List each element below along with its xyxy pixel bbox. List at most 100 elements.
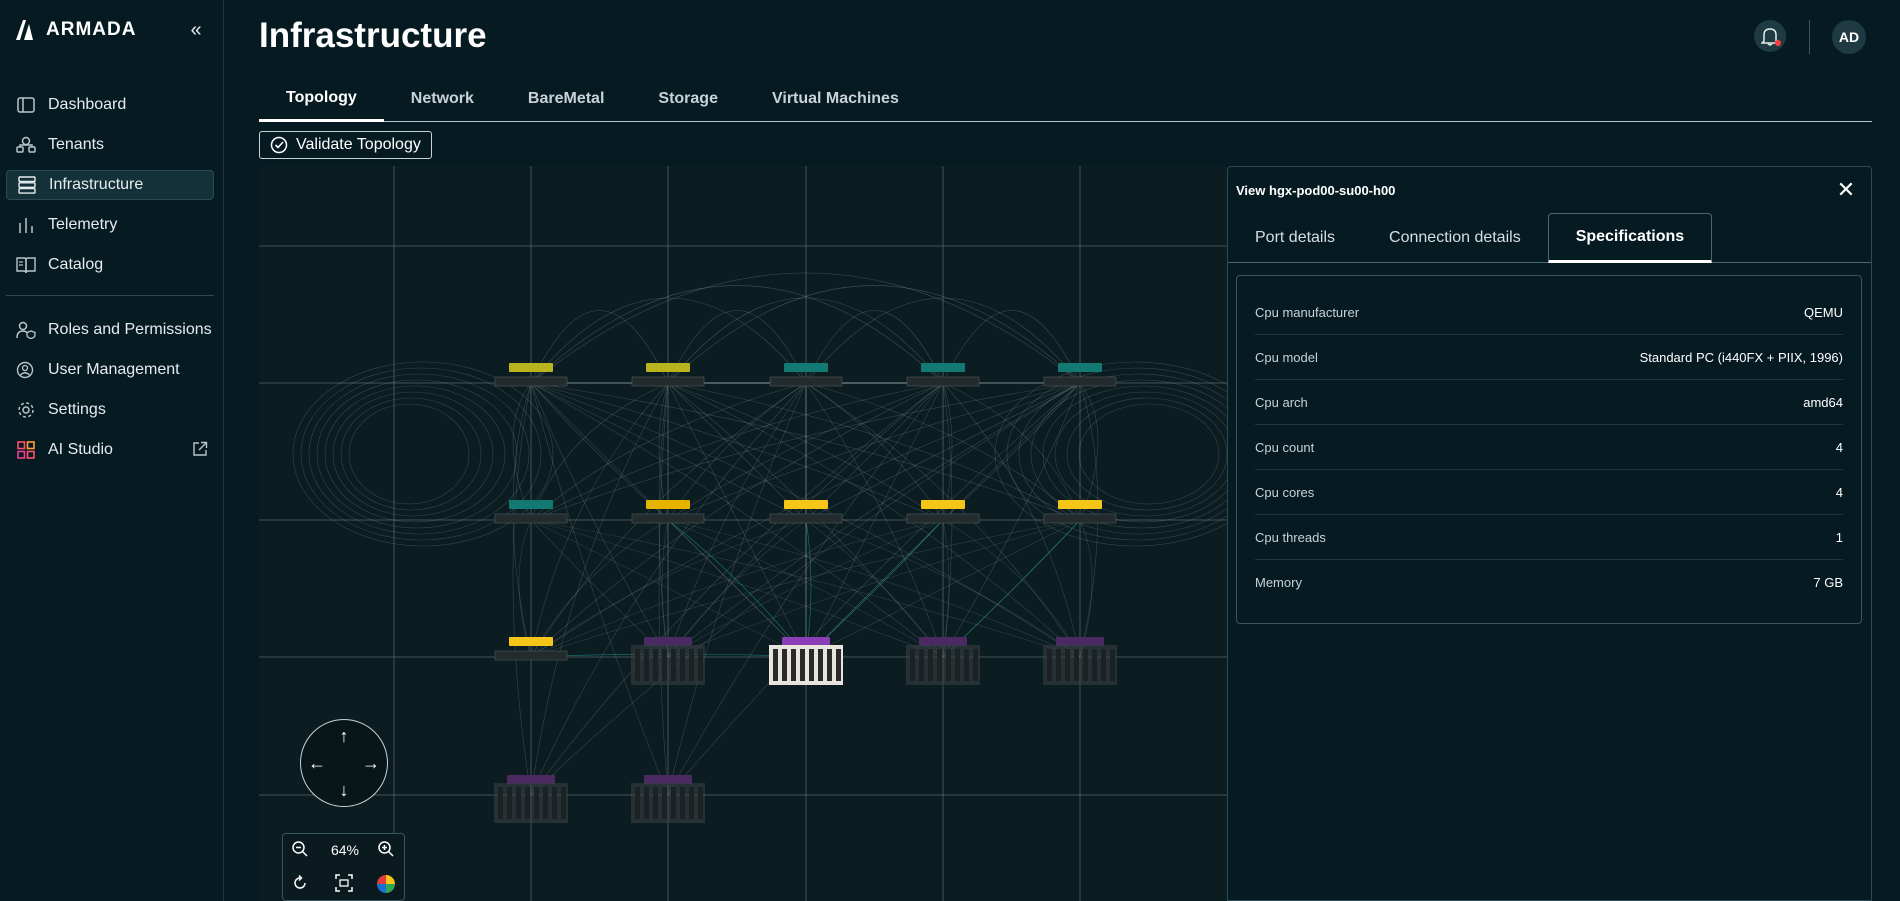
topology-canvas[interactable] <box>259 166 1227 901</box>
panel-tabs: Port details Connection details Specific… <box>1228 213 1871 263</box>
tenants-icon <box>16 135 36 155</box>
connection-link <box>805 519 812 658</box>
sidebar-item-telemetry[interactable]: Telemetry <box>6 210 214 240</box>
connection-link <box>1078 403 1220 505</box>
pan-down-icon[interactable]: ↓ <box>334 780 354 800</box>
connection-link <box>667 519 807 658</box>
tab-port-details[interactable]: Port details <box>1228 213 1362 263</box>
server-bay <box>644 649 649 681</box>
switch-node <box>494 513 568 524</box>
reset-view-icon[interactable] <box>289 874 311 896</box>
server-bay <box>1101 649 1106 681</box>
switch-node <box>769 513 843 524</box>
gear-icon <box>16 400 36 420</box>
server-bay <box>662 649 667 681</box>
avatar[interactable]: AD <box>1832 20 1866 54</box>
external-link-icon[interactable] <box>192 441 208 457</box>
pan-right-icon[interactable]: → <box>361 753 381 773</box>
secondary-nav: Roles and Permissions User Management Se… <box>6 315 214 475</box>
brand-name: ARMADA <box>46 19 137 40</box>
validate-topology-label: Validate Topology <box>296 136 421 153</box>
sidebar-item-user-management[interactable]: User Management <box>6 355 214 385</box>
sidebar-item-catalog[interactable]: Catalog <box>6 250 214 280</box>
check-circle-icon <box>270 136 288 154</box>
armada-logo-icon <box>16 20 33 40</box>
user-shield-icon <box>16 320 36 340</box>
server-bay <box>973 649 978 681</box>
spec-row: Cpu count 4 <box>1255 425 1843 470</box>
connection-link <box>667 519 1081 658</box>
tab-connection-details[interactable]: Connection details <box>1362 213 1548 263</box>
connection-link <box>316 379 518 529</box>
server-bay <box>1074 649 1079 681</box>
server-bay <box>635 649 640 681</box>
sidebar-item-settings[interactable]: Settings <box>6 395 214 425</box>
pan-left-icon[interactable]: ← <box>307 753 327 773</box>
switch-node <box>494 650 568 661</box>
sidebar: ARMADA « Dashboard Tenants Infrastructur… <box>0 0 224 901</box>
topology-graph[interactable] <box>259 166 1227 901</box>
tab-topology[interactable]: Topology <box>259 76 384 122</box>
sidebar-item-infrastructure[interactable]: Infrastructure <box>6 170 214 200</box>
tab-baremetal[interactable]: BareMetal <box>501 76 631 122</box>
connection-link <box>942 310 1081 384</box>
connection-link <box>530 285 944 384</box>
spec-row: Memory 7 GB <box>1255 560 1843 605</box>
connection-link <box>942 519 950 658</box>
brand-logo[interactable]: ARMADA <box>14 18 136 42</box>
tab-network[interactable]: Network <box>384 76 501 122</box>
sidebar-item-label: User Management <box>48 361 180 378</box>
connection-link <box>308 373 530 535</box>
validate-topology-button[interactable]: Validate Topology <box>259 131 432 159</box>
spec-row: Cpu model Standard PC (i440FX + PIIX, 199… <box>1255 335 1843 380</box>
spec-value: QEMU <box>1804 304 1843 320</box>
node-label <box>509 500 553 509</box>
collapse-sidebar-icon[interactable]: « <box>186 20 206 40</box>
zoom-out-icon[interactable] <box>289 840 311 862</box>
server-bay <box>534 787 539 819</box>
zoom-controls: 64% <box>282 833 405 901</box>
node-label <box>782 637 830 646</box>
close-icon[interactable]: ✕ <box>1835 179 1857 201</box>
notifications-button[interactable] <box>1754 20 1786 52</box>
sidebar-item-label: Telemetry <box>48 216 118 233</box>
tab-storage[interactable]: Storage <box>631 76 745 122</box>
node-label <box>509 637 553 646</box>
connection-link <box>340 397 482 511</box>
spec-key: Cpu cores <box>1255 484 1315 500</box>
node-label <box>509 363 553 372</box>
server-bay <box>1056 649 1061 681</box>
server-bay <box>671 787 676 819</box>
server-bay <box>791 649 796 681</box>
server-bay <box>827 649 832 681</box>
connection-link <box>530 382 669 796</box>
panel-title: View hgx-pod00-su00-h00 <box>1236 183 1396 198</box>
server-bay <box>689 649 694 681</box>
spec-row: Cpu manufacturer QEMU <box>1255 290 1843 335</box>
server-bay <box>644 787 649 819</box>
zoom-in-icon[interactable] <box>375 840 397 862</box>
tab-virtual-machines[interactable]: Virtual Machines <box>745 76 926 122</box>
node-label <box>921 500 965 509</box>
spec-value: 1 <box>1835 529 1843 545</box>
connection-link <box>667 310 807 384</box>
sidebar-item-ai-studio[interactable]: AI Studio <box>6 435 214 465</box>
node-label <box>646 363 690 372</box>
node-label <box>644 775 692 784</box>
tab-specifications[interactable]: Specifications <box>1547 213 1713 263</box>
pan-up-icon[interactable]: ↑ <box>334 726 354 746</box>
node-label <box>644 637 692 646</box>
fit-to-screen-icon[interactable] <box>333 874 355 896</box>
node-label <box>646 500 690 509</box>
sidebar-item-roles-permissions[interactable]: Roles and Permissions <box>6 315 214 345</box>
connection-link <box>348 403 470 505</box>
spec-key: Cpu model <box>1255 349 1318 365</box>
connection-link <box>667 285 1081 384</box>
node-label <box>1058 500 1102 509</box>
node-label <box>919 637 967 646</box>
sidebar-item-tenants[interactable]: Tenants <box>6 130 214 160</box>
color-legend-icon[interactable] <box>375 874 397 896</box>
sidebar-item-dashboard[interactable]: Dashboard <box>6 90 214 120</box>
connection-link <box>942 519 1081 658</box>
bar-chart-icon <box>16 215 36 235</box>
